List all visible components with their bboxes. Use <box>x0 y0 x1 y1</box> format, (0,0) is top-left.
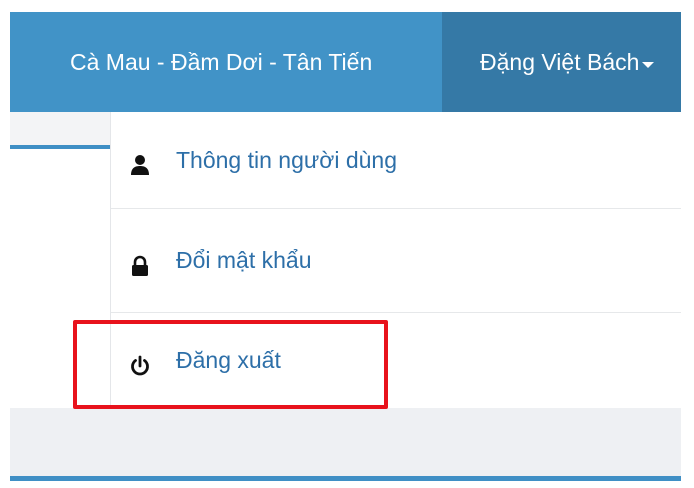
menu-item-user-info[interactable]: Thông tin người dùng <box>111 112 682 208</box>
user-name: Đặng Việt Bách <box>480 48 640 75</box>
logout-highlight-box <box>73 320 388 409</box>
location-label: Cà Mau - Đầm Dơi - Tân Tiến <box>70 48 373 75</box>
page-header-underline <box>10 145 110 149</box>
user-icon <box>129 154 151 176</box>
top-navbar: Cà Mau - Đầm Dơi - Tân Tiến Đặng Việt Bá… <box>10 12 681 112</box>
menu-item-label: Đổi mật khẩu <box>176 247 312 273</box>
page-footer-line <box>10 476 681 481</box>
page-header-strip <box>10 112 110 148</box>
menu-item-change-password[interactable]: Đổi mật khẩu <box>111 209 682 312</box>
lock-icon <box>129 255 151 277</box>
menu-item-label: Thông tin người dùng <box>176 146 398 173</box>
window-edge <box>681 12 694 482</box>
caret-down-icon <box>642 62 655 68</box>
page-footer-area <box>10 408 681 478</box>
user-menu-toggle[interactable]: Đặng Việt Bách <box>442 12 681 112</box>
